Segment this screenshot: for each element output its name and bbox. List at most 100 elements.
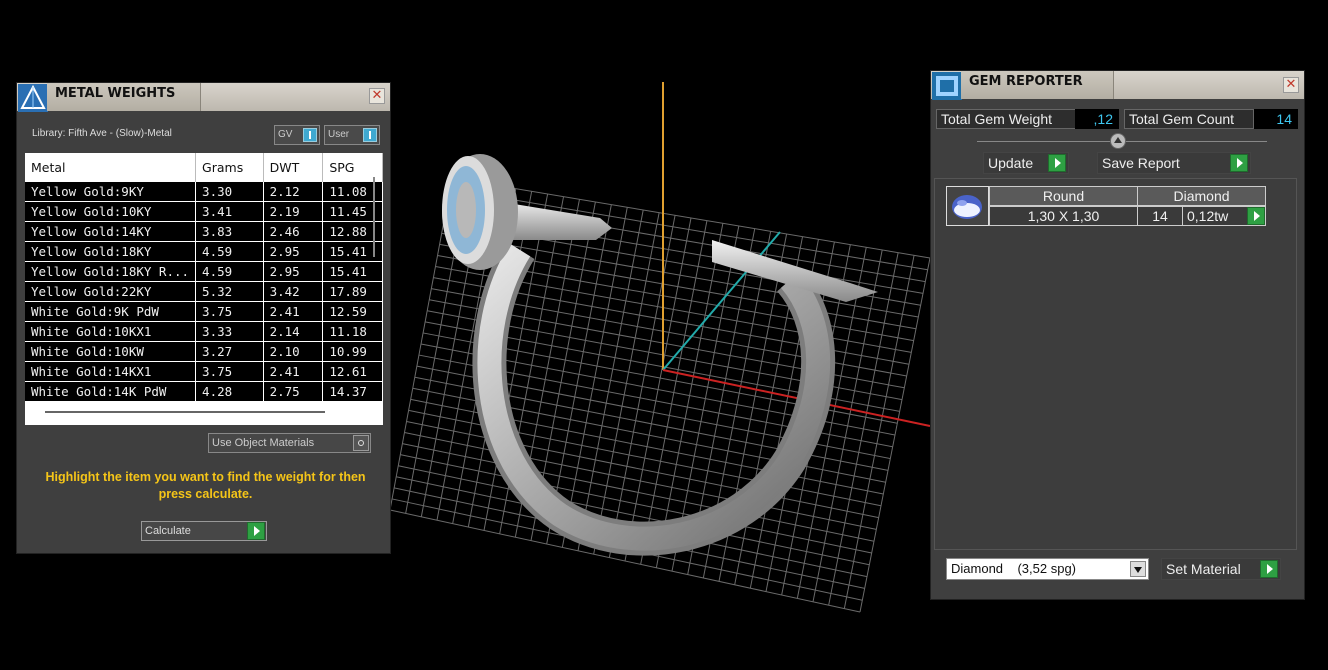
table-cell: Yellow Gold:22KY	[25, 281, 197, 302]
collapse-slider-handle[interactable]	[1110, 133, 1126, 149]
use-object-materials-label: Use Object Materials	[212, 437, 315, 449]
user-toggle-label: User	[328, 129, 350, 140]
gem-list[interactable]: Round Diamond 1,30 X 1,30 14 0,12tw	[934, 178, 1297, 550]
gv-toggle-label: GV	[278, 129, 293, 140]
table-cell: White Gold:10KW	[25, 341, 197, 362]
gem-shape: Round	[989, 186, 1138, 206]
radio-icon	[353, 435, 369, 451]
total-gem-weight-label: Total Gem Weight	[936, 109, 1076, 129]
material-select-value: Diamond (3,52 spg)	[951, 561, 1077, 576]
round-gem-icon[interactable]	[946, 186, 989, 226]
table-cell: 2.46	[263, 221, 324, 242]
table-cell: Yellow Gold:14KY	[25, 221, 197, 242]
user-toggle[interactable]: User	[324, 125, 380, 145]
instruction-text: Highlight the item you want to find the …	[45, 470, 366, 501]
nail-ring-model[interactable]	[442, 154, 878, 556]
calculate-button[interactable]: Calculate	[141, 521, 267, 541]
table-cell: 2.41	[263, 301, 324, 322]
gem-weight[interactable]: 0,12tw	[1182, 206, 1266, 226]
column-header[interactable]: Grams	[195, 153, 264, 182]
table-cell: White Gold:14K PdW	[25, 381, 197, 402]
table-cell: 10.99	[322, 341, 383, 362]
set-material-button[interactable]: Set Material	[1161, 558, 1281, 580]
total-gem-weight-value: ,12	[1075, 109, 1119, 129]
table-cell: White Gold:14KX1	[25, 361, 197, 382]
table-cell: 3.41	[195, 201, 264, 222]
metal-weights-panel: METAL WEIGHTS ✕ Library: Fifth Ave - (Sl…	[16, 82, 391, 554]
table-cell: 3.27	[195, 341, 264, 362]
update-label: Update	[988, 155, 1034, 171]
table-cell: 3.75	[195, 301, 264, 322]
set-material-label: Set Material	[1166, 561, 1241, 577]
gem-material: Diamond	[1137, 186, 1266, 206]
table-cell: 2.41	[263, 361, 324, 382]
metal-table[interactable]: Metal Grams DWT SPG Yellow Gold:9KY 3.30 2…	[25, 153, 383, 425]
material-select[interactable]: Diamond (3,52 spg)	[946, 558, 1149, 580]
metal-weights-title: METAL WEIGHTS	[47, 83, 201, 111]
gem-reporter-icon	[932, 72, 962, 100]
table-row[interactable]: Yellow Gold:22KY 5.32 3.42 17.89	[25, 281, 383, 302]
table-row[interactable]: White Gold:9K PdW 3.75 2.41 12.59	[25, 301, 383, 322]
vertical-scrollbar[interactable]	[373, 177, 375, 257]
table-cell: Yellow Gold:18KY	[25, 241, 197, 262]
table-cell: Yellow Gold:18KY R...	[25, 261, 197, 282]
library-label: Library: Fifth Ave - (Slow)-Metal	[32, 128, 172, 139]
table-row[interactable]: White Gold:10KX1 3.33 2.14 11.18	[25, 321, 383, 342]
table-cell: 3.42	[263, 281, 324, 302]
column-header[interactable]: Metal	[25, 153, 197, 182]
table-cell: 4.59	[195, 241, 264, 262]
table-cell: Yellow Gold:10KY	[25, 201, 197, 222]
play-icon	[247, 522, 265, 540]
table-row[interactable]: Yellow Gold:18KY R... 4.59 2.95 15.41	[25, 261, 383, 282]
close-icon[interactable]: ✕	[1283, 77, 1299, 93]
horizontal-scrollbar[interactable]	[45, 411, 325, 413]
metal-weights-icon	[18, 84, 48, 112]
play-icon	[1260, 560, 1278, 578]
table-cell: 11.18	[322, 321, 383, 342]
gem-weight-value: 0,12tw	[1187, 208, 1229, 224]
table-row[interactable]: Yellow Gold:9KY 3.30 2.12 11.08	[25, 182, 383, 202]
close-icon[interactable]: ✕	[369, 88, 385, 104]
table-cell: 4.59	[195, 261, 264, 282]
table-cell: 3.30	[195, 182, 264, 202]
table-row[interactable]: White Gold:14K PdW 4.28 2.75 14.37	[25, 381, 383, 402]
save-report-label: Save Report	[1102, 155, 1180, 171]
table-cell: 3.83	[195, 221, 264, 242]
total-gem-count-label: Total Gem Count	[1124, 109, 1254, 129]
table-cell: 2.14	[263, 321, 324, 342]
calculate-label: Calculate	[145, 525, 191, 537]
play-icon	[1230, 154, 1248, 172]
table-cell: 5.32	[195, 281, 264, 302]
table-row[interactable]: White Gold:14KX1 3.75 2.41 12.61	[25, 361, 383, 382]
gv-toggle[interactable]: GV	[274, 125, 320, 145]
save-report-button[interactable]: Save Report	[1097, 152, 1251, 174]
table-cell: 2.10	[263, 341, 324, 362]
table-row[interactable]: White Gold:10KW 3.27 2.10 10.99	[25, 341, 383, 362]
table-cell: 12.59	[322, 301, 383, 322]
gem-count: 14	[1137, 206, 1183, 226]
table-row[interactable]: Yellow Gold:18KY 4.59 2.95 15.41	[25, 241, 383, 262]
table-cell: 3.33	[195, 321, 264, 342]
table-row[interactable]: Yellow Gold:14KY 3.83 2.46 12.88	[25, 221, 383, 242]
table-row[interactable]: Yellow Gold:10KY 3.41 2.19 11.45	[25, 201, 383, 222]
table-cell: 2.12	[263, 182, 324, 202]
table-cell: 2.95	[263, 241, 324, 262]
table-header: Metal Grams DWT SPG	[25, 153, 383, 182]
table-cell: White Gold:10KX1	[25, 321, 197, 342]
chevron-down-icon[interactable]	[1130, 561, 1146, 577]
table-cell: 2.95	[263, 261, 324, 282]
column-header[interactable]: DWT	[263, 153, 324, 182]
total-gem-count-value: 14	[1254, 109, 1298, 129]
table-cell: White Gold:9K PdW	[25, 301, 197, 322]
table-cell: 2.19	[263, 201, 324, 222]
use-object-materials-toggle[interactable]: Use Object Materials	[208, 433, 371, 453]
table-cell: 17.89	[322, 281, 383, 302]
table-cell: 3.75	[195, 361, 264, 382]
play-icon[interactable]	[1247, 207, 1265, 225]
update-button[interactable]: Update	[983, 152, 1069, 174]
table-cell: 14.37	[322, 381, 383, 402]
gem-reporter-title: GEM REPORTER	[961, 71, 1114, 99]
play-icon	[1048, 154, 1066, 172]
table-cell: 15.41	[322, 261, 383, 282]
table-cell: 2.75	[263, 381, 324, 402]
